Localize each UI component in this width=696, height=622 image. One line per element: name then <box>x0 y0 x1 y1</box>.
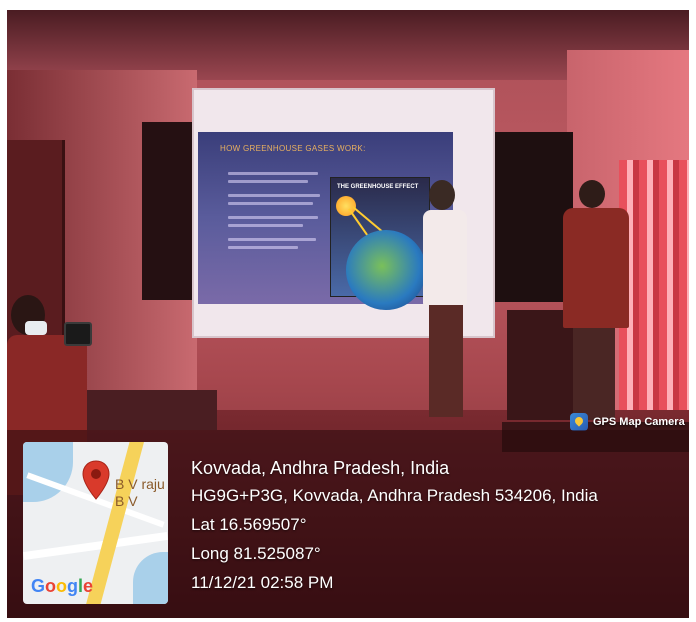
slide-bullet <box>228 224 303 227</box>
google-logo-letter: o <box>45 576 57 596</box>
map-pin-icon <box>82 460 110 500</box>
phone <box>64 322 92 346</box>
slide-bullet <box>228 238 316 241</box>
location-overlay: B V raju B V Google Kovvada, Andhra Prad… <box>7 430 689 618</box>
latitude: Lat 16.569507° <box>191 515 307 534</box>
map-water <box>133 552 168 604</box>
presenter-head <box>429 180 455 210</box>
slide-bullet <box>228 202 313 205</box>
face-mask <box>25 321 47 335</box>
gps-map-camera-icon <box>570 413 588 431</box>
google-logo-letter: G <box>31 576 46 596</box>
slide-bullet <box>228 194 320 197</box>
map-water <box>23 442 73 502</box>
attendee-trousers <box>573 328 615 420</box>
slide-bullet <box>228 172 318 175</box>
attendee-shirt <box>563 208 629 328</box>
location-city: Kovvada, Andhra Pradesh, India <box>191 458 450 478</box>
presenter-trousers <box>429 305 463 417</box>
google-logo-letter: o <box>56 576 68 596</box>
presenter-shirt <box>423 210 467 305</box>
standing-attendee <box>555 180 640 420</box>
slide-bullet <box>228 180 308 183</box>
photo-frame: HOW GREENHOUSE GASES WORK: THE GREENHOUS… <box>0 0 696 622</box>
gps-map-camera-label: GPS Map Camera <box>593 416 685 428</box>
slide-bullet <box>228 216 318 219</box>
timestamp: 11/12/21 02:58 PM <box>191 573 334 592</box>
google-logo-letter: g <box>67 576 79 596</box>
figure-title: THE GREENHOUSE EFFECT <box>337 184 419 190</box>
gps-map-camera-badge: GPS Map Camera <box>570 412 685 432</box>
slide-bullet <box>228 246 298 249</box>
attendee-head <box>579 180 605 208</box>
earth-icon <box>346 230 426 310</box>
projected-slide: HOW GREENHOUSE GASES WORK: THE GREENHOUS… <box>198 132 453 310</box>
map-place-line: B V <box>115 493 138 509</box>
map-place-line: B V raju <box>115 476 165 492</box>
presenter <box>419 180 474 420</box>
google-logo-letter: e <box>83 576 94 596</box>
slide-title: HOW GREENHOUSE GASES WORK: <box>220 144 366 153</box>
map-place-label: B V raju B V <box>115 476 165 510</box>
blackboard-left <box>142 122 198 300</box>
google-logo: Google <box>31 576 93 597</box>
map-thumbnail: B V raju B V Google <box>23 442 168 604</box>
longitude: Long 81.525087° <box>191 544 321 563</box>
greenhouse-effect-figure: THE GREENHOUSE EFFECT <box>330 177 430 310</box>
location-address: HG9G+P3G, Kovvada, Andhra Pradesh 534206… <box>191 486 598 505</box>
